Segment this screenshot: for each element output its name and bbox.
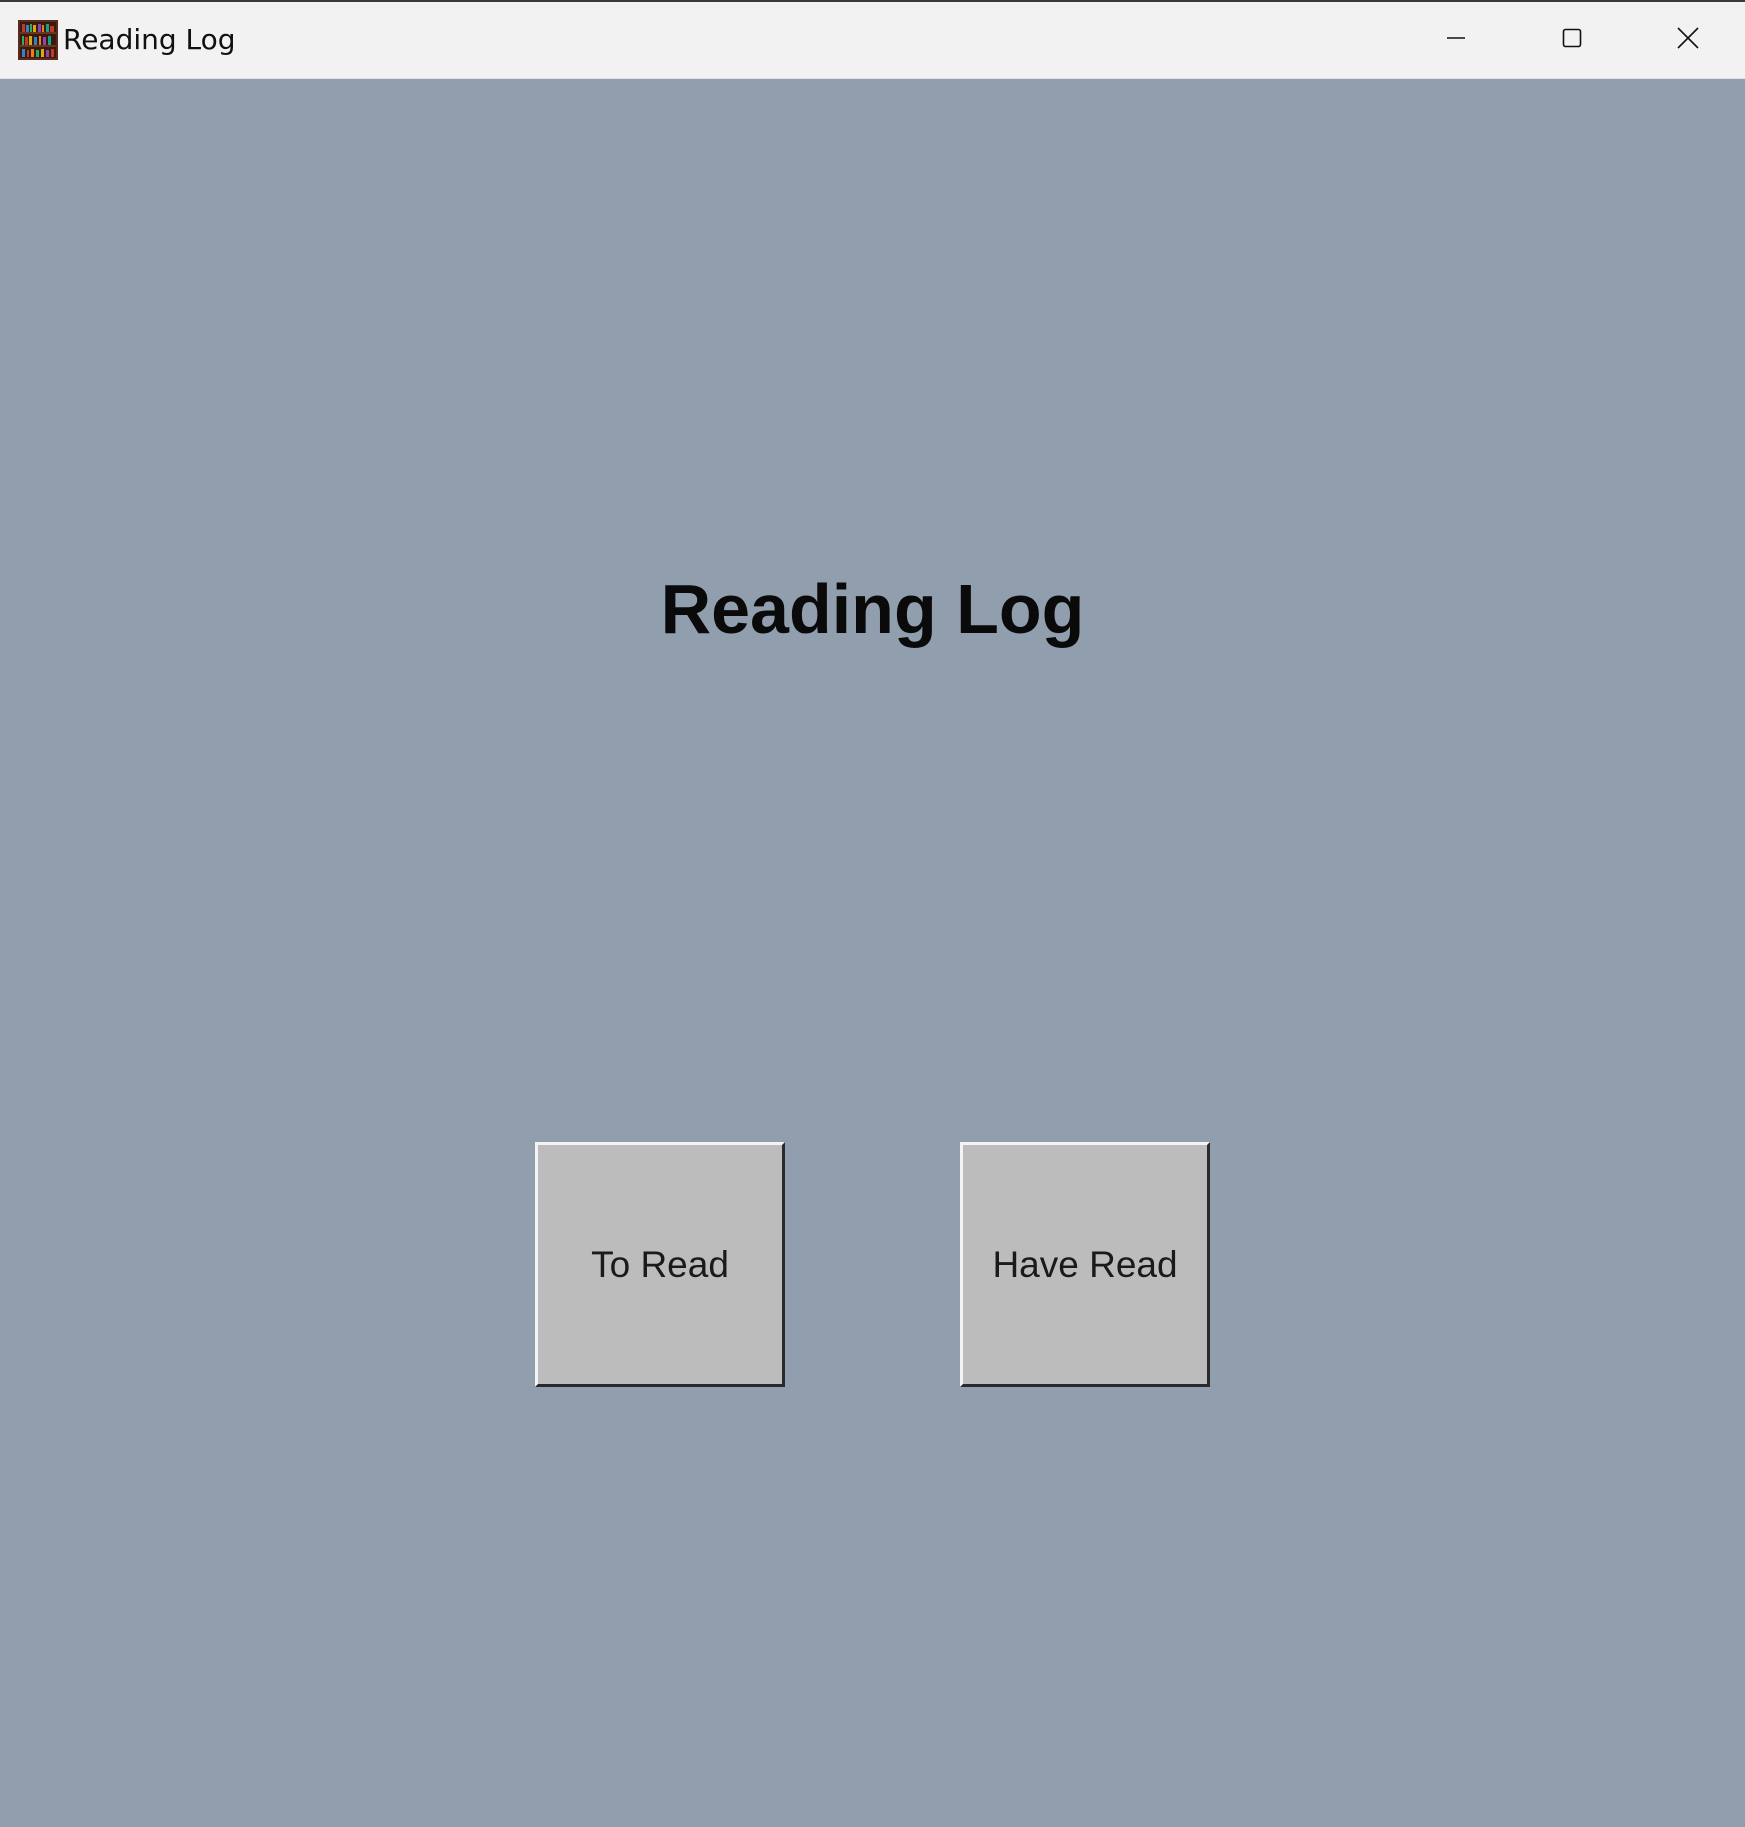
minimize-button[interactable] [1398,2,1514,78]
maximize-icon [1562,28,1582,53]
minimize-icon [1446,28,1466,53]
app-window: Reading Log Reading Log To Read Have Rea… [0,0,1745,1827]
title-bar[interactable]: Reading Log [0,2,1745,79]
page-title: Reading Log [660,570,1085,648]
have-read-button[interactable]: Have Read [960,1142,1210,1387]
close-button[interactable] [1630,2,1745,78]
window-title: Reading Log [63,23,236,56]
bookshelf-icon [18,20,58,60]
maximize-button[interactable] [1514,2,1630,78]
main-content: Reading Log To Read Have Read [0,79,1745,1827]
to-read-button[interactable]: To Read [535,1142,785,1387]
close-icon [1677,26,1699,54]
